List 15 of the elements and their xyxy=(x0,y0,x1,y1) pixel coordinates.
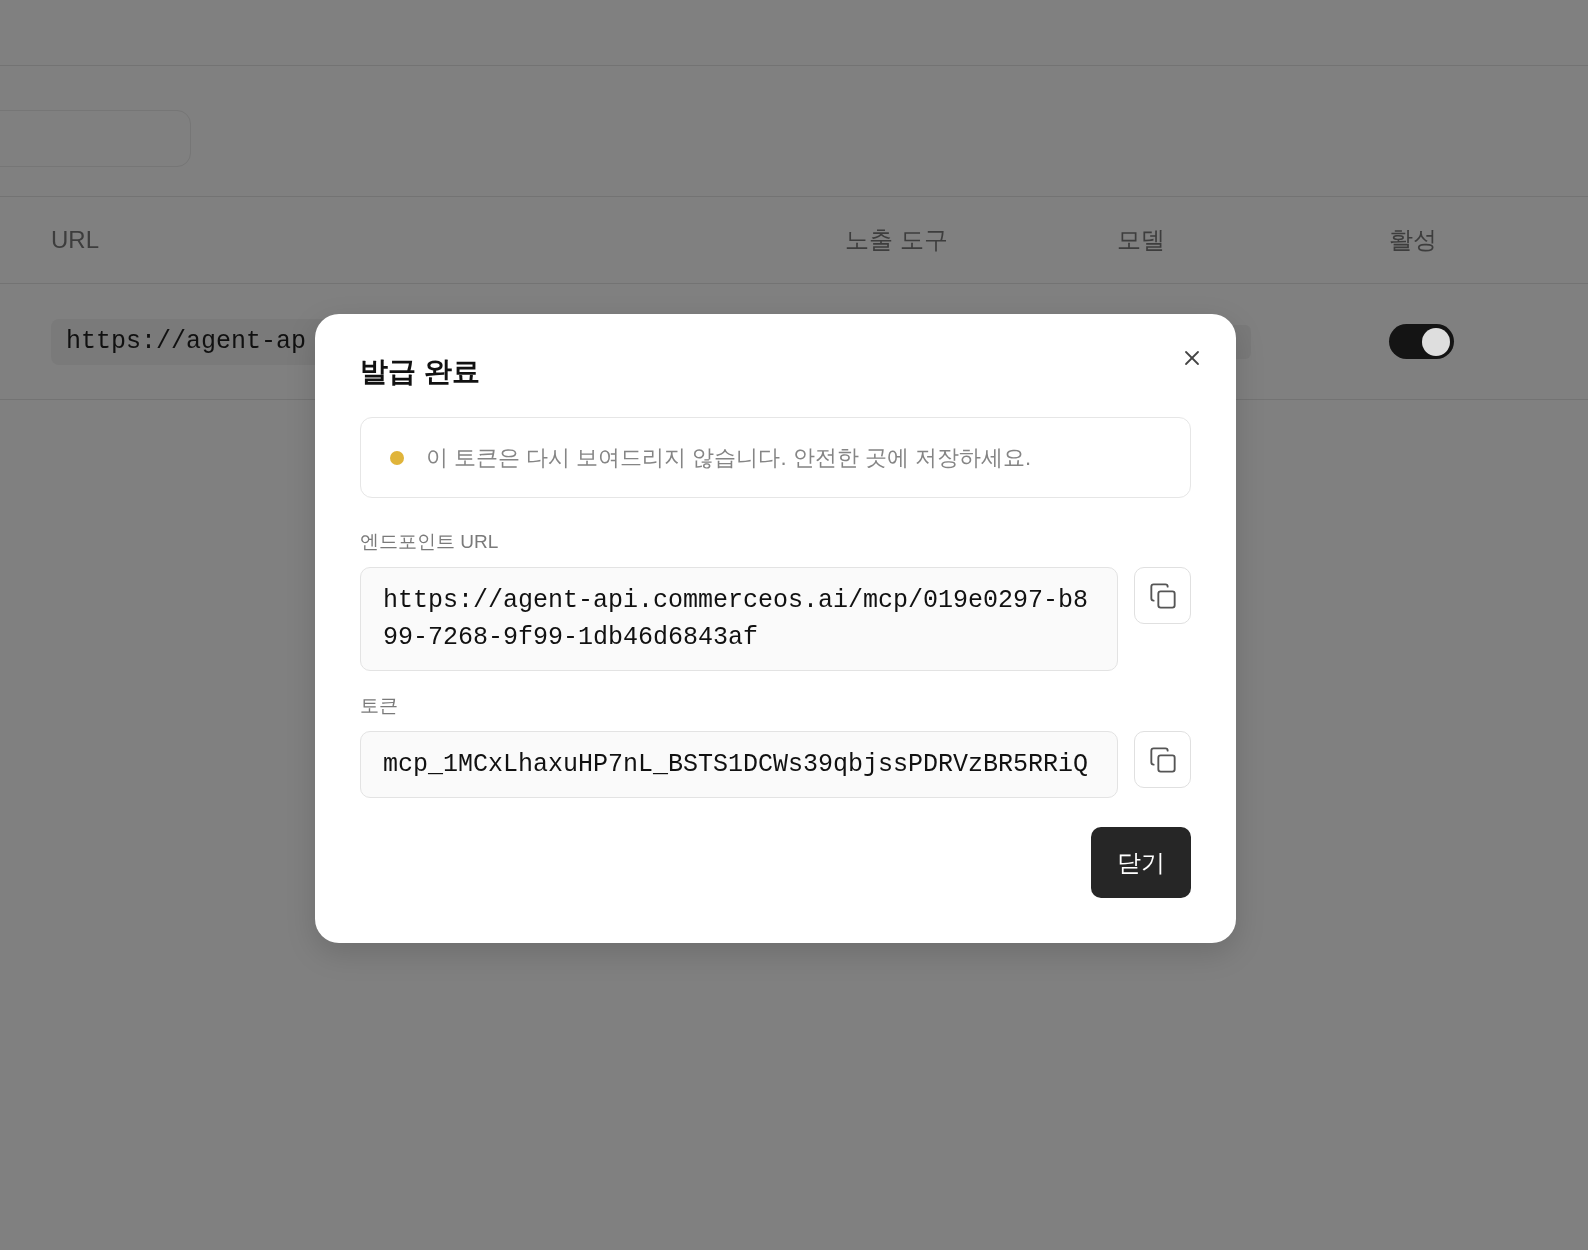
copy-button[interactable] xyxy=(1134,567,1191,624)
field-label: 토큰 xyxy=(360,694,399,718)
value-field[interactable]: mcp_1MCxLhaxuHP7nL_BSTS1DCWs39qbjssPDRVzBR5RRiQ xyxy=(360,731,1119,798)
active-toggle[interactable] xyxy=(1389,324,1454,359)
copy-icon xyxy=(1148,745,1177,774)
value-field[interactable]: https://agent-api.commerceos.ai/mcp/019e0297-b899-7268-9f99-1db46d6843af xyxy=(360,567,1119,671)
close-dialog-button[interactable]: 닫기 xyxy=(1091,827,1191,898)
column-header: URL xyxy=(51,225,99,255)
notice-text: 이 토큰은 다시 보여드리지 않습니다. 안전한 곳에 저장하세요. xyxy=(426,444,1031,472)
field-label: 엔드포인트 URL xyxy=(360,530,500,554)
copy-button[interactable] xyxy=(1134,731,1191,788)
copy-icon xyxy=(1148,581,1177,610)
column-header: 노출 도구 xyxy=(845,225,948,255)
column-header: 모델 xyxy=(1117,225,1165,255)
column-header: 활성 xyxy=(1389,225,1437,255)
